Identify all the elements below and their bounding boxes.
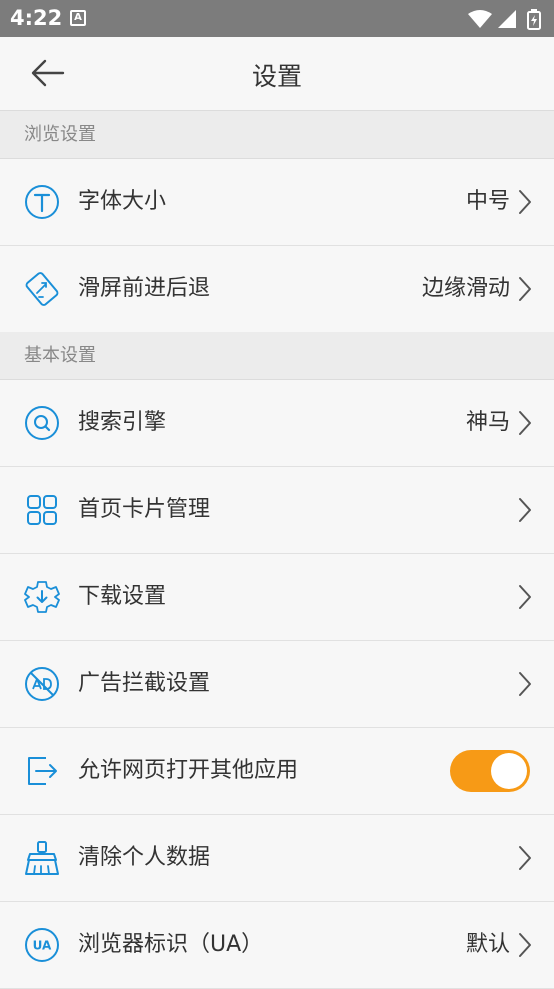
chevron-right-icon [519,672,531,696]
search-icon [25,406,59,440]
setting-search-engine[interactable]: 搜索引擎 神马 [0,380,554,467]
toggle-knob [491,753,527,789]
setting-label: 下载设置 [78,584,167,609]
chevron-right-icon [519,277,531,301]
setting-label: 字体大小 [78,189,167,214]
setting-value: 神马 [465,410,510,435]
svg-text:UA: UA [33,939,52,953]
status-icons [468,9,541,30]
setting-swipe-navigation[interactable]: 滑屏前进后退 边缘滑动 [0,246,554,333]
chevron-right-icon [519,585,531,609]
ua-icon: UA [25,928,59,962]
chevron-right-icon [519,190,531,214]
chevron-right-icon [519,933,531,957]
setting-font-size[interactable]: 字体大小 中号 [0,159,554,246]
status-time: 4:22 [10,6,63,30]
setting-label: 搜索引擎 [78,410,167,435]
download-gear-icon [24,581,60,613]
open-apps-toggle[interactable] [450,750,530,792]
notification-icon: A [70,10,86,26]
setting-ad-block[interactable]: 广告拦截设置 [0,641,554,728]
broom-icon [25,841,59,875]
setting-label: 滑屏前进后退 [78,276,211,301]
setting-user-agent[interactable]: UA 浏览器标识（UA） 默认 [0,902,554,989]
setting-value: 中号 [465,189,510,214]
font-size-icon [25,185,59,219]
setting-open-other-apps: 允许网页打开其他应用 [0,728,554,815]
setting-label: 允许网页打开其他应用 [78,758,299,783]
grid-cards-icon [27,495,57,525]
open-external-icon [28,757,57,785]
setting-value: 默认 [465,932,510,957]
setting-label: 浏览器标识（UA） [78,932,264,957]
chevron-right-icon [519,498,531,522]
battery-icon [527,9,541,30]
setting-label: 清除个人数据 [78,845,211,870]
nav-bar: 设置 [0,37,554,111]
setting-label: 首页卡片管理 [78,497,211,522]
setting-home-cards[interactable]: 首页卡片管理 [0,467,554,554]
page-title: 设置 [251,62,302,91]
wifi-icon [468,10,492,28]
setting-label: 广告拦截设置 [78,671,211,696]
setting-value: 边缘滑动 [421,276,510,301]
chevron-right-icon [519,411,531,435]
section-header-browse: 浏览设置 [0,111,554,159]
chevron-right-icon [519,846,531,870]
status-bar: 4:22 A [0,0,554,37]
swipe-gesture-icon [25,272,59,306]
ad-block-icon [25,667,59,701]
setting-clear-data[interactable]: 清除个人数据 [0,815,554,902]
section-header-basic: 基本设置 [0,332,554,380]
setting-download[interactable]: 下载设置 [0,554,554,641]
signal-icon [498,10,516,28]
